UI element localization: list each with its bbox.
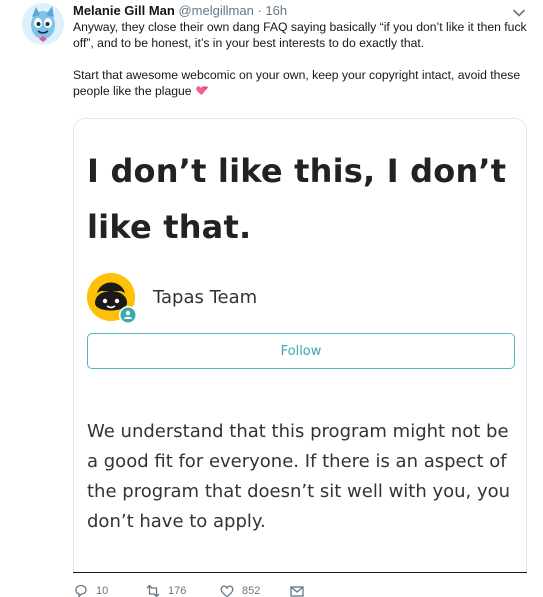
two-hearts-icon xyxy=(196,86,208,95)
verified-person-icon xyxy=(120,307,136,323)
reply-icon xyxy=(75,584,87,597)
tweet-paragraph: Anyway, they close their own dang FAQ sa… xyxy=(73,20,527,50)
message-icon xyxy=(290,586,304,597)
follow-button[interactable]: Follow xyxy=(87,333,515,369)
reply-button[interactable]: 10 xyxy=(73,583,108,597)
like-icon xyxy=(220,585,234,597)
tweet-paragraph: Start that awesome webcomic on your own,… xyxy=(73,67,533,99)
like-count: 852 xyxy=(242,585,261,597)
embedded-image-card[interactable]: I don’t like this, I don’t like that. Ta… xyxy=(73,118,527,573)
user-handle[interactable]: @melgillman xyxy=(178,3,253,18)
retweet-icon xyxy=(146,584,160,597)
tweet-actions: 10 176 852 xyxy=(73,583,533,597)
author-name: Tapas Team xyxy=(153,287,258,308)
retweet-button[interactable]: 176 xyxy=(145,583,186,597)
display-name[interactable]: Melanie Gill Man xyxy=(73,3,175,18)
direct-message-button[interactable] xyxy=(289,583,305,597)
timestamp[interactable]: 16h xyxy=(265,3,287,18)
article-title: I don’t like this, I don’t like that. xyxy=(87,152,507,246)
verified-badge xyxy=(119,306,137,324)
separator-dot: · xyxy=(257,3,262,18)
retweet-count: 176 xyxy=(168,585,187,597)
tweet-header: Melanie Gill Man @melgillman · 16h xyxy=(73,3,287,19)
fish-mascot-icon xyxy=(22,3,64,45)
reply-count: 10 xyxy=(96,585,109,597)
tweet-paragraph-text: Start that awesome webcomic on your own,… xyxy=(73,68,521,98)
tweet-text: Anyway, they close their own dang FAQ sa… xyxy=(73,19,533,99)
article-body: We understand that this program might no… xyxy=(87,421,511,532)
profile-avatar[interactable] xyxy=(22,3,64,45)
chevron-down-icon[interactable] xyxy=(512,6,526,20)
card-divider xyxy=(73,572,527,573)
like-button[interactable]: 852 xyxy=(219,583,260,597)
